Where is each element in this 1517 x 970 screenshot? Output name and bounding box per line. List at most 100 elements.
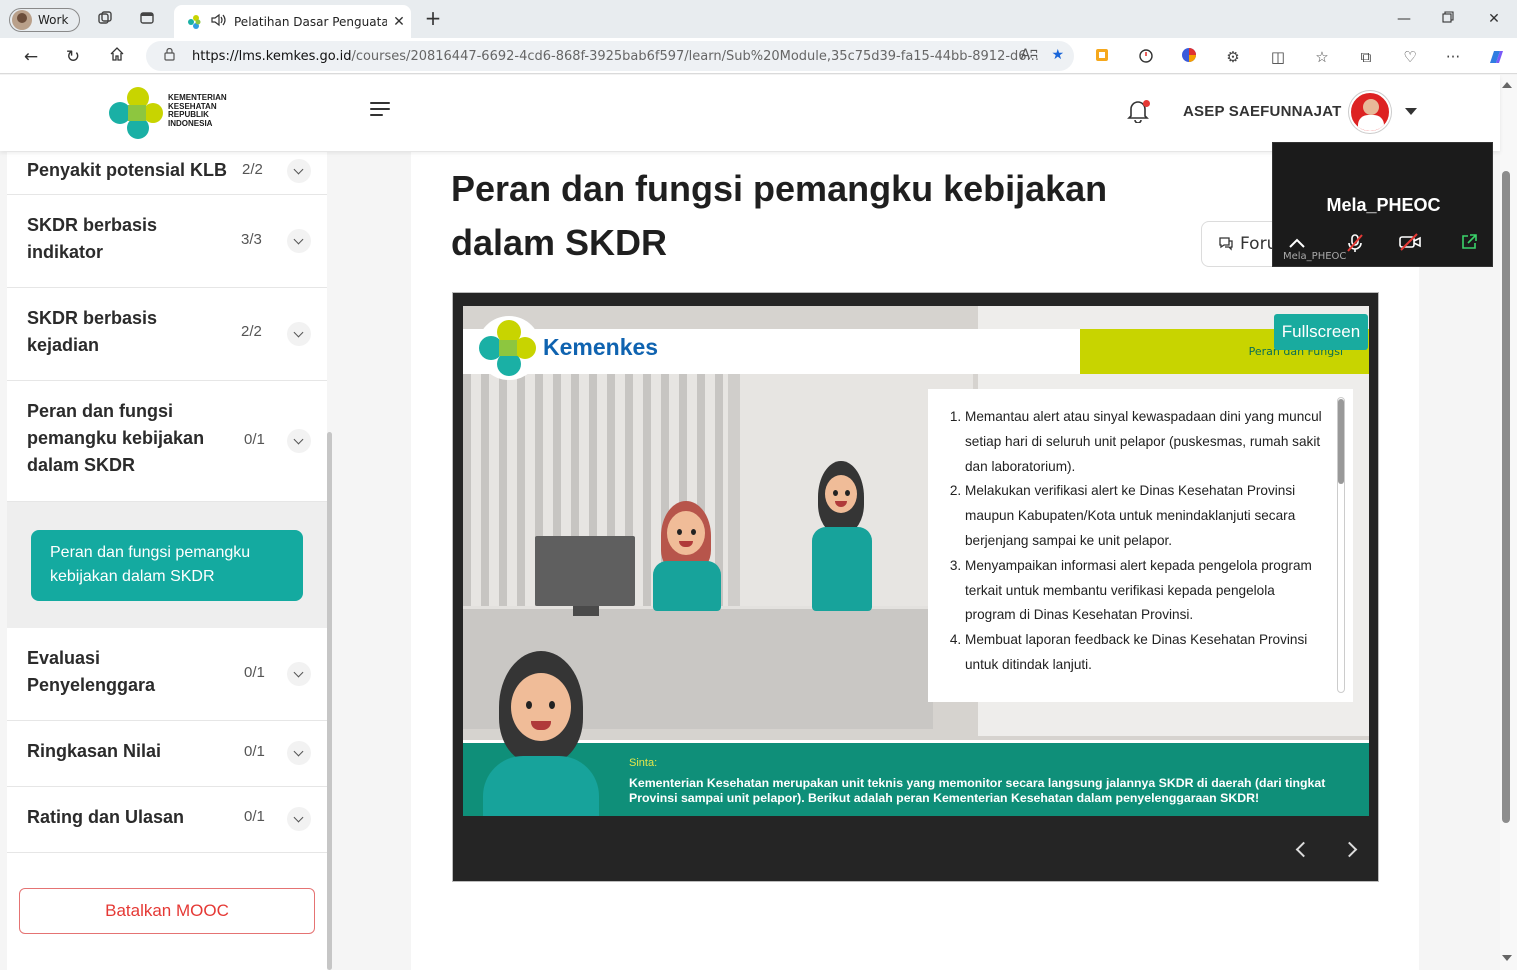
slide-player[interactable]: Peran dan Fungsi Kemenkes Fullscreen 1. … bbox=[452, 292, 1379, 882]
slide-canvas[interactable]: Peran dan Fungsi Kemenkes Fullscreen 1. … bbox=[463, 306, 1369, 816]
chevron-down-icon[interactable] bbox=[287, 807, 311, 831]
profile-button[interactable]: Work bbox=[9, 8, 80, 32]
slide-role-item: Menyampaikan informasi alert kepada peng… bbox=[965, 554, 1322, 628]
course-sidebar: Penyakit potensial KLB 2/2 SKDR berbasis… bbox=[7, 152, 327, 970]
chevron-down-icon[interactable] bbox=[287, 159, 311, 183]
call-popout-icon[interactable] bbox=[1457, 233, 1481, 257]
sidebar-item-count: 2/2 bbox=[242, 161, 263, 178]
more-menu-icon[interactable]: ··· bbox=[1443, 47, 1463, 67]
fullscreen-button[interactable]: Fullscreen bbox=[1274, 314, 1368, 350]
sidebar-item-count: 3/3 bbox=[241, 231, 262, 248]
profile-label: Work bbox=[38, 13, 69, 27]
slide-role-item: Memantau alert atau sinyal kewaspadaan d… bbox=[965, 405, 1322, 479]
url-bar[interactable]: https://lms.kemkes.go.id/courses/2081644… bbox=[146, 41, 1074, 71]
text-panel-scroll-thumb[interactable] bbox=[1338, 399, 1344, 484]
dialog-speaker: Sinta: bbox=[629, 757, 658, 769]
sidebar-item-title: Rating dan Ulasan bbox=[27, 807, 185, 827]
extension-color-icon[interactable] bbox=[1179, 47, 1199, 67]
chevron-down-icon[interactable] bbox=[287, 429, 311, 453]
new-tab-icon[interactable]: + bbox=[422, 7, 444, 29]
sidebar-item-title: Ringkasan Nilai bbox=[27, 741, 162, 761]
extensions-puzzle-icon[interactable]: ⚙ bbox=[1223, 47, 1243, 67]
tab-close-icon[interactable]: ✕ bbox=[387, 14, 411, 30]
call-mic-muted-icon[interactable] bbox=[1343, 233, 1367, 257]
back-icon[interactable]: ← bbox=[20, 46, 42, 68]
minimize-icon[interactable]: — bbox=[1393, 8, 1415, 30]
call-sub-label: Mela_PHEOC bbox=[1283, 251, 1347, 262]
slide-character-standing bbox=[808, 461, 878, 611]
slide-text-panel[interactable]: Memantau alert atau sinyal kewaspadaan d… bbox=[928, 389, 1353, 702]
chevron-down-icon[interactable] bbox=[287, 229, 311, 253]
favorite-star-icon[interactable]: ★ bbox=[1051, 47, 1064, 63]
sidebar-item-count: 0/1 bbox=[244, 664, 265, 681]
sidebar-item-title: SKDR berbasis kejadian bbox=[27, 308, 158, 355]
page-scroll-thumb[interactable] bbox=[1502, 171, 1510, 823]
tab-audio-icon[interactable] bbox=[210, 13, 226, 31]
user-name[interactable]: ASEP SAEFUNNAJAT bbox=[1183, 103, 1342, 120]
slide-next-icon[interactable] bbox=[1340, 838, 1364, 862]
kemenkes-logo-icon[interactable] bbox=[108, 86, 164, 140]
notification-bell-icon[interactable] bbox=[1127, 99, 1151, 125]
video-call-overlay[interactable]: Mela_PHEOC Mela_PHEOC bbox=[1272, 142, 1493, 267]
browser-essentials-icon[interactable]: ♡ bbox=[1400, 47, 1420, 67]
active-tab[interactable]: Pelatihan Dasar Penguatan S ✕ bbox=[174, 5, 411, 38]
sidebar-item-count: 2/2 bbox=[241, 323, 262, 340]
sidebar-active-lesson-area: Peran dan fungsi pemangku kebijakan dala… bbox=[7, 502, 327, 628]
home-icon[interactable] bbox=[106, 46, 128, 68]
sidebar-item-skdr-kejadian[interactable]: SKDR berbasis kejadian 2/2 bbox=[7, 288, 327, 381]
sidebar-item-peran-fungsi[interactable]: Peran dan fungsi pemangku kebijakan dala… bbox=[7, 381, 327, 502]
sidebar-item-count: 0/1 bbox=[244, 431, 265, 448]
tab-title: Pelatihan Dasar Penguatan S bbox=[234, 14, 387, 29]
logo-line-4: INDONESIA bbox=[168, 118, 213, 128]
sidebar-item-count: 0/1 bbox=[244, 808, 265, 825]
browser-tab-bar: Work Pelatihan Dasar Penguatan S ✕ + — ✕ bbox=[0, 0, 1517, 38]
user-avatar[interactable] bbox=[1349, 91, 1391, 133]
call-participant-name: Mela_PHEOC bbox=[1326, 195, 1441, 215]
user-menu-caret-icon[interactable] bbox=[1405, 108, 1417, 115]
call-camera-off-icon[interactable] bbox=[1398, 233, 1422, 257]
extension-orange-icon[interactable] bbox=[1092, 47, 1112, 67]
sidebar-scrollbar[interactable] bbox=[327, 432, 332, 970]
sidebar-item-ringkasan[interactable]: Ringkasan Nilai 0/1 bbox=[7, 721, 327, 787]
slide-monitor bbox=[535, 536, 635, 606]
slide-monitor-stand bbox=[573, 606, 599, 616]
slide-character-sinta bbox=[481, 651, 601, 816]
extension-timer-icon[interactable] bbox=[1136, 47, 1156, 67]
restore-icon[interactable] bbox=[1437, 8, 1459, 30]
split-screen-icon[interactable]: ◫ bbox=[1268, 47, 1288, 67]
favorites-icon[interactable]: ☆ bbox=[1312, 47, 1332, 67]
sidebar-item-rating[interactable]: Rating dan Ulasan 0/1 bbox=[7, 787, 327, 853]
sidebar-item-evaluasi[interactable]: Evaluasi Penyelenggara 0/1 bbox=[7, 628, 327, 721]
sidebar-item-title: Peran dan fungsi pemangku kebijakan dala… bbox=[27, 401, 205, 475]
sidebar-item-title: Evaluasi Penyelenggara bbox=[27, 648, 156, 695]
page-title: Peran dan fungsi pemangku kebijakan dala… bbox=[451, 168, 1108, 263]
cancel-mooc-button[interactable]: Batalkan MOOC bbox=[19, 888, 315, 934]
chevron-down-icon[interactable] bbox=[287, 741, 311, 765]
hamburger-menu-icon[interactable] bbox=[370, 102, 390, 118]
tab-actions-icon[interactable] bbox=[138, 10, 156, 28]
window-close-icon[interactable]: ✕ bbox=[1483, 8, 1505, 30]
lock-icon[interactable] bbox=[164, 47, 180, 64]
slide-brand: Kemenkes bbox=[543, 334, 659, 360]
sidebar-item-title: SKDR berbasis indikator bbox=[27, 215, 158, 262]
slide-prev-icon[interactable] bbox=[1290, 838, 1314, 862]
scroll-down-icon[interactable] bbox=[1502, 955, 1512, 961]
workspaces-icon[interactable] bbox=[96, 10, 114, 28]
url-host: https://lms.kemkes.go.id bbox=[192, 48, 352, 64]
read-aloud-icon[interactable]: Aʭ bbox=[1021, 47, 1038, 63]
url-path: /courses/20816447-6692-4cd6-868f-3925bab… bbox=[351, 48, 1039, 64]
active-lesson-button[interactable]: Peran dan fungsi pemangku kebijakan dala… bbox=[31, 530, 303, 601]
copilot-icon[interactable] bbox=[1486, 47, 1506, 67]
slide-logo-icon bbox=[473, 314, 541, 382]
scroll-up-icon[interactable] bbox=[1502, 82, 1512, 88]
collections-icon[interactable]: ⧉ bbox=[1356, 47, 1376, 67]
site-header: KEMENTERIAN KESEHATAN REPUBLIK INDONESIA… bbox=[0, 75, 1500, 151]
chevron-down-icon[interactable] bbox=[287, 322, 311, 346]
sidebar-item-skdr-indikator[interactable]: SKDR berbasis indikator 3/3 bbox=[7, 195, 327, 288]
slide-character-receptionist bbox=[653, 501, 723, 611]
refresh-icon[interactable]: ↻ bbox=[62, 46, 84, 68]
profile-avatar-icon bbox=[12, 10, 32, 30]
sidebar-item-title: Penyakit potensial KLB bbox=[27, 160, 228, 180]
chevron-down-icon[interactable] bbox=[287, 662, 311, 686]
slide-role-list: Memantau alert atau sinyal kewaspadaan d… bbox=[947, 405, 1322, 678]
